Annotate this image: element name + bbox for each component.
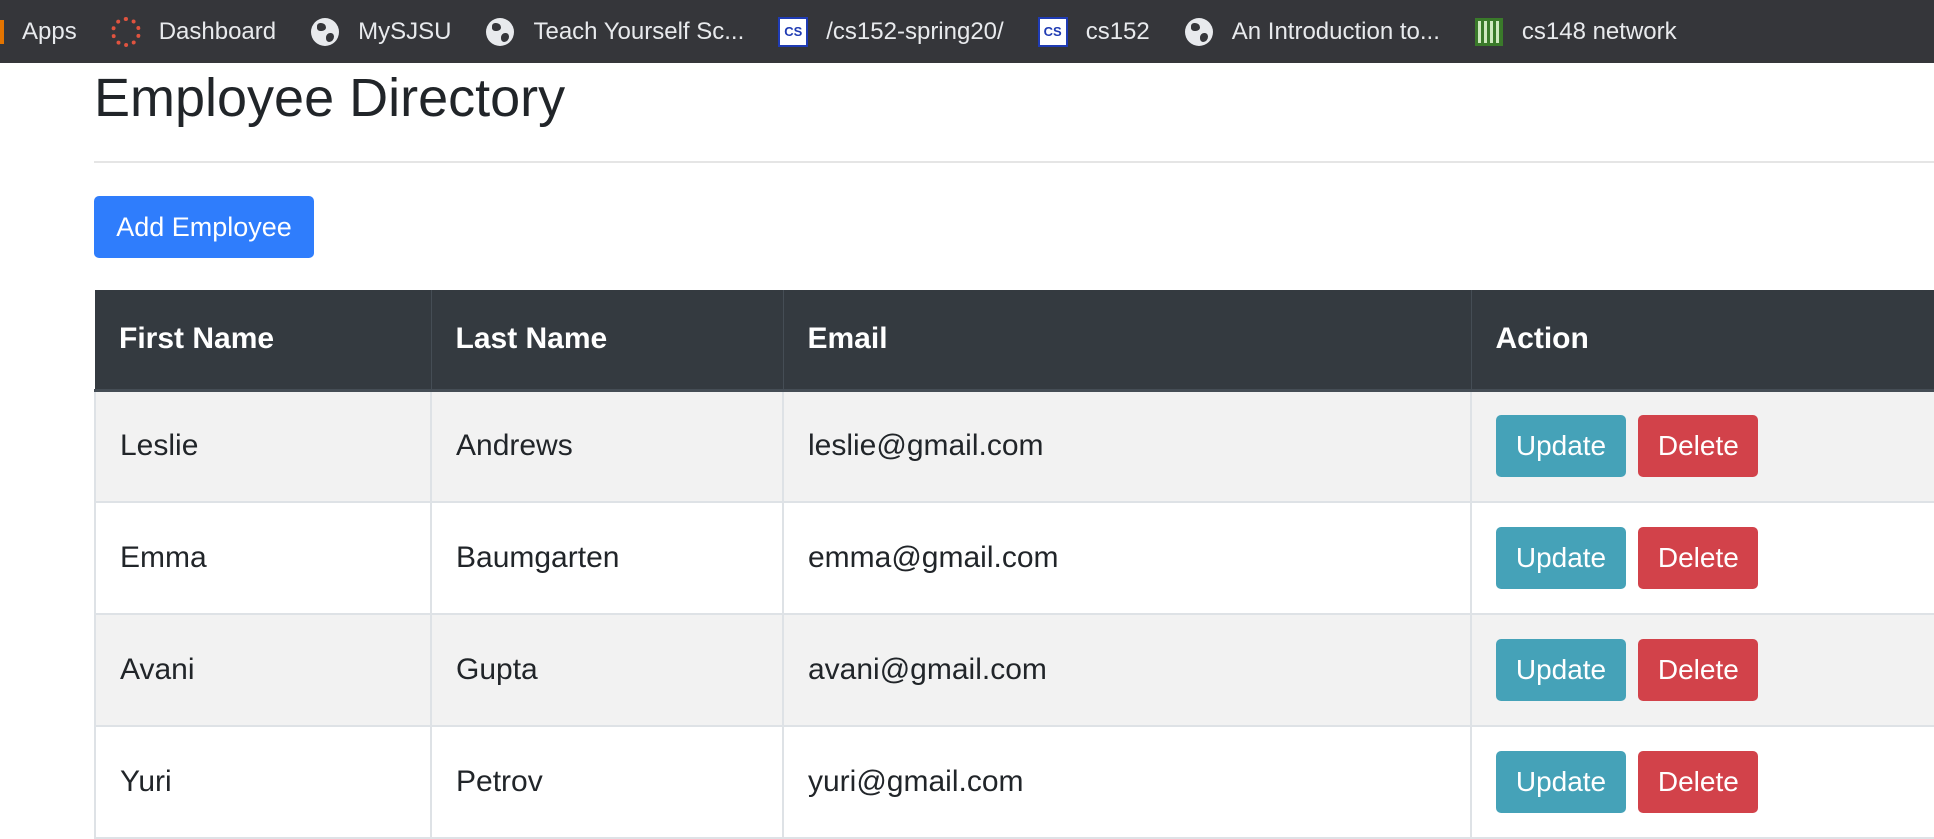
table-row: Leslie Andrews leslie@gmail.com Update D… [94, 390, 1934, 503]
employee-table: First Name Last Name Email Action Leslie… [94, 290, 1934, 839]
add-employee-button[interactable]: Add Employee [94, 196, 314, 258]
delete-button[interactable]: Delete [1638, 751, 1759, 813]
page-title: Employee Directory [94, 68, 566, 128]
bookmarks-bar: Apps Dashboard MySJSU Teach Yourself Sc.… [0, 0, 1934, 63]
canvas-icon [110, 16, 141, 47]
apps-icon [0, 19, 4, 44]
globe-icon [1184, 17, 1214, 47]
bookmark-introduction[interactable]: An Introduction to... [1184, 17, 1440, 47]
bookmark-dashboard[interactable]: Dashboard [110, 16, 277, 47]
first-name-cell: Yuri [94, 726, 431, 839]
globe-icon [485, 17, 515, 47]
bookmark-label: Apps [22, 17, 77, 45]
email-cell: avani@gmail.com [782, 614, 1471, 727]
bookmark-label: cs148 network [1521, 17, 1677, 45]
last-name-cell: Andrews [430, 390, 783, 503]
first-name-cell: Leslie [94, 390, 431, 503]
bookmark-cs148-network[interactable]: cs148 network [1474, 17, 1677, 47]
last-name-cell: Petrov [430, 726, 783, 839]
bookmark-mysjsu[interactable]: MySJSU [310, 17, 451, 47]
action-cell: Update Delete [1470, 502, 1934, 615]
divider [94, 161, 1934, 163]
table-row: Avani Gupta avani@gmail.com Update Delet… [94, 614, 1934, 727]
network-icon [1474, 17, 1504, 47]
action-cell: Update Delete [1470, 614, 1934, 727]
update-button[interactable]: Update [1496, 527, 1626, 589]
table-row: Yuri Petrov yuri@gmail.com Update Delete [94, 726, 1934, 839]
bookmark-label: Dashboard [158, 17, 277, 45]
bookmark-teach-yourself[interactable]: Teach Yourself Sc... [485, 17, 744, 47]
last-name-cell: Baumgarten [430, 502, 783, 615]
bookmark-cs152-spring20[interactable]: CS /cs152-spring20/ [778, 16, 1004, 47]
update-button[interactable]: Update [1496, 639, 1626, 701]
last-name-cell: Gupta [430, 614, 783, 727]
bookmark-label: /cs152-spring20/ [826, 17, 1004, 45]
first-name-cell: Emma [94, 502, 431, 615]
bookmark-cs152[interactable]: CS cs152 [1037, 16, 1150, 47]
table-header-row: First Name Last Name Email Action [95, 290, 1934, 392]
email-cell: emma@gmail.com [782, 502, 1471, 615]
action-cell: Update Delete [1470, 390, 1934, 503]
column-header-email: Email [782, 290, 1471, 392]
bookmark-label: An Introduction to... [1231, 17, 1440, 45]
bookmark-label: Teach Yourself Sc... [533, 17, 745, 45]
bookmark-label: MySJSU [358, 17, 452, 45]
delete-button[interactable]: Delete [1638, 527, 1759, 589]
column-header-first-name: First Name [95, 290, 431, 392]
cs-icon: CS [778, 16, 809, 47]
bookmark-label: cs152 [1085, 17, 1150, 45]
email-cell: yuri@gmail.com [782, 726, 1471, 839]
action-cell: Update Delete [1470, 726, 1934, 839]
globe-icon [310, 17, 340, 47]
cs-icon: CS [1037, 16, 1068, 47]
update-button[interactable]: Update [1496, 751, 1626, 813]
column-header-action: Action [1470, 290, 1934, 392]
delete-button[interactable]: Delete [1638, 415, 1759, 478]
bookmark-apps[interactable]: Apps [22, 18, 77, 46]
delete-button[interactable]: Delete [1638, 639, 1759, 701]
table-row: Emma Baumgarten emma@gmail.com Update De… [94, 502, 1934, 615]
email-cell: leslie@gmail.com [782, 390, 1471, 503]
first-name-cell: Avani [94, 614, 431, 727]
update-button[interactable]: Update [1496, 415, 1626, 478]
column-header-last-name: Last Name [430, 290, 783, 392]
